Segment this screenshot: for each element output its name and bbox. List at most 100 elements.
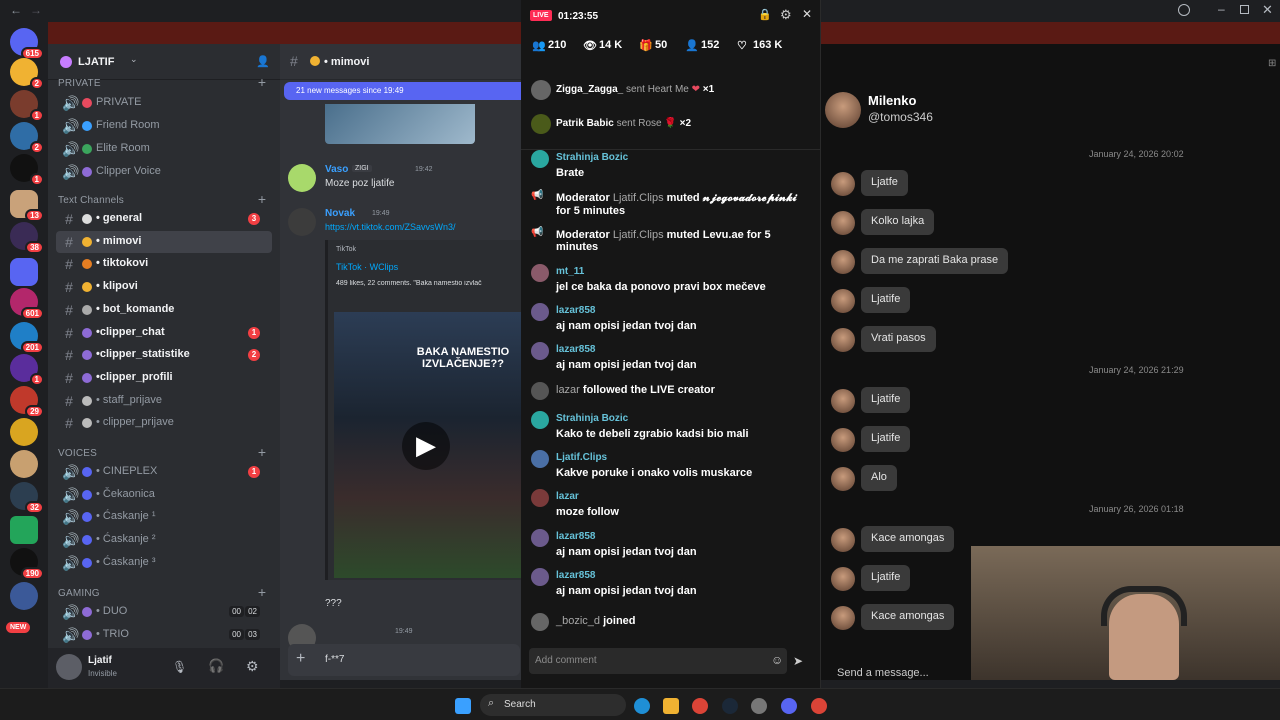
settings-icon[interactable]: ⚙: [780, 7, 792, 23]
comment-author[interactable]: Strahinja Bozic: [556, 413, 628, 424]
avatar[interactable]: [831, 250, 855, 274]
guild-icon[interactable]: 1: [10, 154, 44, 186]
channel-gaming[interactable]: 🔊 • TRIO 00 03: [56, 624, 272, 646]
comment-author[interactable]: mt_11: [556, 266, 584, 277]
video-thumbnail[interactable]: BAKA NAMESTIO IZVLAČENJE?? ▶: [334, 312, 522, 578]
channel-voice[interactable]: 🔊 • Čekaonica: [56, 484, 272, 506]
avatar[interactable]: [831, 567, 855, 591]
channel-voice[interactable]: 🔊 • CINEPLEX 1: [56, 461, 272, 483]
server-header[interactable]: LJATIF ⌄ 👤: [48, 44, 280, 80]
guild-icon[interactable]: 201: [10, 322, 44, 354]
avatar[interactable]: [831, 606, 855, 630]
minimize-icon[interactable]: –: [1218, 2, 1225, 16]
chevron-down-icon[interactable]: ⌄: [130, 54, 138, 65]
headphones-icon[interactable]: 🎧: [208, 658, 224, 674]
message-link[interactable]: https://vt.tiktok.com/ZSavvsWn3/: [325, 222, 456, 232]
comment-author[interactable]: lazar: [556, 491, 579, 502]
play-icon[interactable]: ▶: [402, 422, 450, 470]
forward-arrow-icon[interactable]: →: [30, 3, 42, 17]
guild-icon[interactable]: 32: [10, 482, 44, 514]
emoji-icon[interactable]: ☺: [771, 653, 783, 667]
close-window-icon[interactable]: ✕: [1262, 2, 1273, 18]
maximize-icon[interactable]: [1240, 5, 1249, 14]
avatar[interactable]: [825, 92, 861, 128]
guild-icon[interactable]: 29: [10, 386, 44, 418]
comment-input[interactable]: Add comment ☺: [529, 648, 787, 674]
add-channel-icon[interactable]: +: [258, 584, 266, 600]
channel-private[interactable]: 🔊 Clipper Voice: [56, 161, 272, 183]
channel-voice[interactable]: 🔊 • Ćaskanje ¹: [56, 506, 272, 528]
channel-voice[interactable]: 🔊 • Ćaskanje ³: [56, 552, 272, 574]
previous-image[interactable]: [325, 104, 475, 144]
folder-icon[interactable]: [663, 698, 679, 714]
discord-icon[interactable]: [781, 698, 797, 714]
avatar[interactable]: [831, 172, 855, 196]
message-author[interactable]: Novak: [325, 208, 355, 219]
message-composer[interactable]: + f-**7: [288, 644, 520, 676]
guild-icon[interactable]: [10, 450, 38, 478]
message-author[interactable]: Vaso: [325, 164, 348, 175]
channel-gaming[interactable]: 🔊 • DUO 00 02: [56, 601, 272, 623]
add-member-icon[interactable]: 👤: [256, 55, 270, 68]
channel-text[interactable]: # •clipper_profili: [56, 367, 272, 389]
chrome-icon[interactable]: [811, 698, 827, 714]
comment-author[interactable]: lazar858: [556, 570, 595, 581]
comment-author[interactable]: lazar858: [556, 305, 595, 316]
avatar[interactable]: [831, 211, 855, 235]
channel-text[interactable]: # • bot_komande: [56, 299, 272, 321]
add-channel-icon[interactable]: +: [258, 444, 266, 460]
guild-icon[interactable]: 601: [10, 288, 44, 320]
channel-text[interactable]: # • klipovi: [56, 276, 272, 298]
comment-author[interactable]: Ljatif.Clips: [556, 452, 607, 463]
guild-icon[interactable]: 1: [10, 354, 44, 386]
microphone-icon[interactable]: 🎙: [172, 660, 187, 674]
guild-icon-active[interactable]: 13: [10, 190, 44, 222]
guild-icon[interactable]: [10, 582, 38, 610]
add-attachment-icon[interactable]: +: [296, 650, 305, 668]
avatar[interactable]: [831, 428, 855, 452]
category-voices[interactable]: VOICES: [58, 448, 97, 459]
category-private[interactable]: PRIVATE: [58, 78, 101, 89]
channel-text[interactable]: # • staff_prijave: [56, 390, 272, 412]
windows-start-icon[interactable]: [455, 698, 471, 714]
close-icon[interactable]: ✕: [802, 7, 812, 21]
guild-icon[interactable]: 190: [10, 548, 44, 580]
channel-voice[interactable]: 🔊 • Ćaskanje ²: [56, 529, 272, 551]
lock-icon[interactable]: 🔒: [758, 8, 772, 21]
chrome-icon[interactable]: [692, 698, 708, 714]
add-channel-icon[interactable]: +: [258, 74, 266, 90]
new-messages-bar[interactable]: 21 new messages since 19:49: [284, 82, 522, 100]
embed-title[interactable]: TikTok · WClips: [336, 262, 398, 272]
category-gaming[interactable]: GAMING: [58, 588, 100, 599]
back-arrow-icon[interactable]: ←: [10, 3, 22, 17]
channel-private[interactable]: 🔊 PRIVATE: [56, 92, 272, 114]
add-channel-icon[interactable]: +: [258, 191, 266, 207]
channel-text[interactable]: # •clipper_chat 1: [56, 322, 272, 344]
folder-icon[interactable]: [10, 258, 38, 286]
avatar[interactable]: [831, 289, 855, 313]
taskbar-search[interactable]: ⌕ Search: [480, 694, 626, 716]
comment-author[interactable]: lazar858: [556, 344, 595, 355]
avatar[interactable]: [831, 328, 855, 352]
channel-private[interactable]: 🔊 Elite Room: [56, 138, 272, 160]
settings-icon[interactable]: [751, 698, 767, 714]
channel-text[interactable]: # •clipper_statistike 2: [56, 344, 272, 366]
help-icon[interactable]: [1178, 4, 1190, 16]
guild-icon[interactable]: 1: [10, 90, 44, 122]
channel-text[interactable]: # • clipper_prijave: [56, 412, 272, 434]
comment-author[interactable]: Strahinja Bozic: [556, 152, 628, 163]
channel-text[interactable]: # • mimovi: [56, 230, 272, 253]
edge-icon[interactable]: [634, 698, 650, 714]
steam-icon[interactable]: [722, 698, 738, 714]
avatar[interactable]: [288, 164, 316, 192]
guild-icon[interactable]: 2: [10, 58, 44, 90]
home-discord-icon[interactable]: 615: [10, 28, 44, 60]
avatar[interactable]: [831, 389, 855, 413]
comment-author[interactable]: lazar858: [556, 531, 595, 542]
guild-icon[interactable]: 38: [10, 222, 44, 254]
expand-icon[interactable]: ⊞: [1268, 58, 1276, 69]
send-icon[interactable]: ➤: [793, 654, 803, 668]
category-text-channels[interactable]: Text Channels: [58, 195, 124, 206]
guild-icon[interactable]: [10, 418, 38, 446]
channel-text[interactable]: # • tiktokovi: [56, 253, 272, 275]
